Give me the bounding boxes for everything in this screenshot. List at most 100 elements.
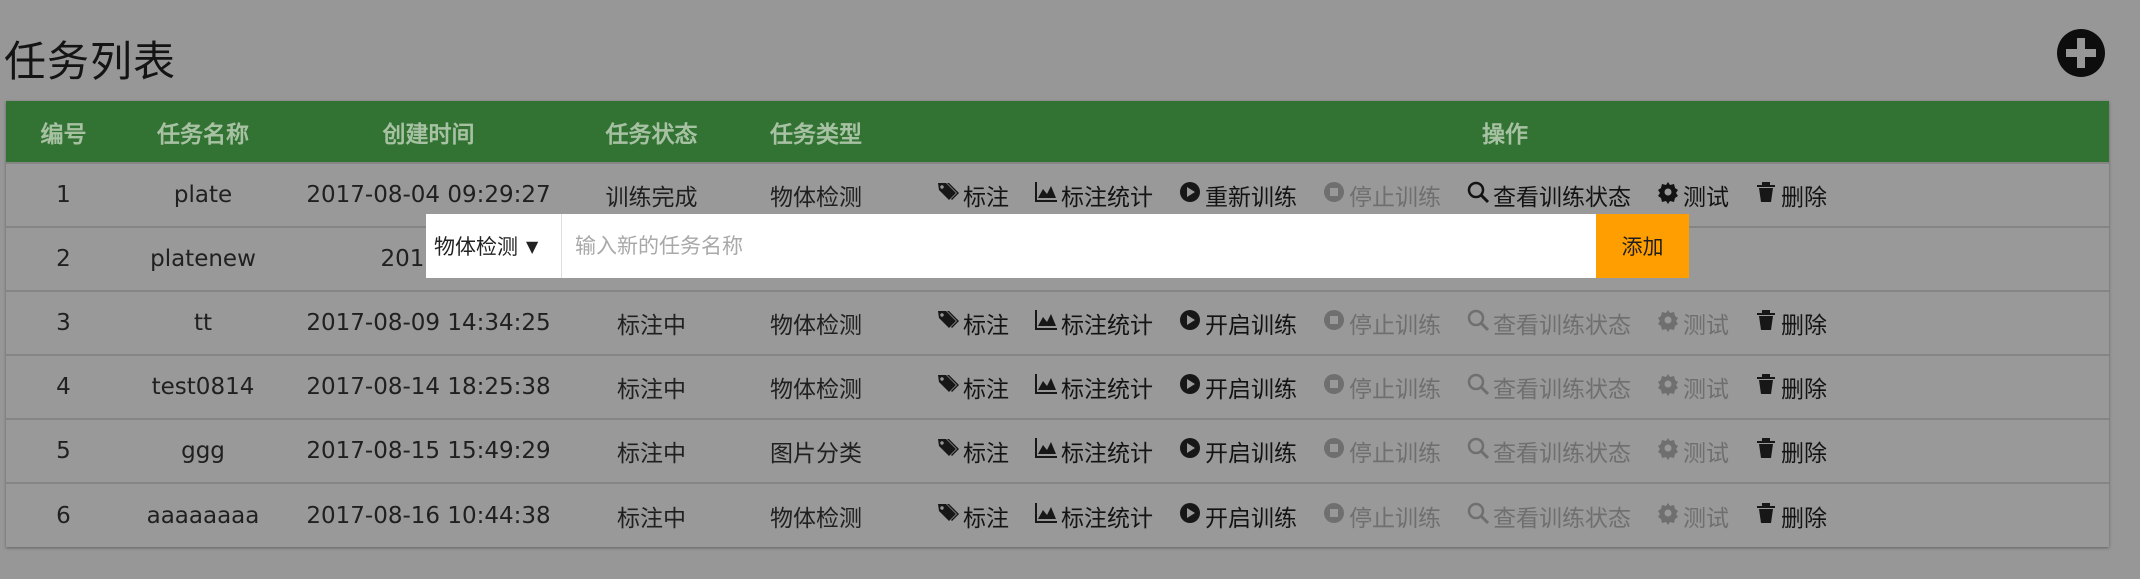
action-label: 查看训练状态	[1493, 185, 1631, 211]
action-test[interactable]: 测试	[1656, 370, 1729, 404]
action-delete[interactable]: 删除	[1754, 499, 1827, 533]
trash-icon	[1754, 372, 1781, 402]
action-test[interactable]: 测试	[1656, 306, 1729, 340]
cell-id: 2	[56, 246, 71, 272]
action-stop[interactable]: 停止训练	[1322, 306, 1441, 340]
action-label: 标注	[963, 185, 1009, 211]
action-label[interactable]: 标注	[936, 499, 1009, 533]
action-view[interactable]: 查看训练状态	[1466, 370, 1631, 404]
action-stop[interactable]: 停止训练	[1322, 434, 1441, 468]
cell-type: 图片分类	[770, 441, 862, 467]
action-label: 测试	[1683, 441, 1729, 467]
tag-icon	[936, 436, 963, 466]
action-stop[interactable]: 停止训练	[1322, 499, 1441, 533]
action-label[interactable]: 标注	[936, 178, 1009, 212]
action-delete[interactable]: 删除	[1754, 306, 1827, 340]
action-train[interactable]: 重新训练	[1178, 178, 1297, 212]
stop-circle-icon	[1322, 501, 1349, 531]
action-label: 标注	[963, 377, 1009, 403]
action-label: 开启训练	[1205, 505, 1297, 532]
action-label: 标注统计	[1061, 505, 1153, 532]
search-icon	[1466, 308, 1493, 338]
action-stats[interactable]: 标注统计	[1034, 306, 1153, 340]
action-label: 删除	[1781, 441, 1827, 467]
cell-created: 2017-08-14 18:25:38	[306, 374, 551, 400]
action-view[interactable]: 查看训练状态	[1466, 434, 1631, 468]
task-name-input[interactable]	[562, 214, 1596, 278]
search-icon	[1466, 372, 1493, 402]
cell-id: 4	[56, 374, 71, 400]
cell-status: 标注中	[617, 377, 686, 403]
action-stop[interactable]: 停止训练	[1322, 370, 1441, 404]
cell-status: 标注中	[617, 441, 686, 467]
action-label[interactable]: 标注	[936, 370, 1009, 404]
area-chart-icon	[1034, 180, 1061, 210]
action-label: 停止训练	[1349, 185, 1441, 211]
action-stats[interactable]: 标注统计	[1034, 178, 1153, 212]
action-label: 删除	[1781, 185, 1827, 211]
action-label: 标注统计	[1061, 313, 1153, 339]
action-label: 停止训练	[1349, 313, 1441, 339]
gear-icon	[1656, 372, 1683, 402]
page-title: 任务列表	[4, 37, 177, 86]
stop-circle-icon	[1322, 436, 1349, 466]
cell-name: tt	[193, 310, 213, 336]
search-icon	[1466, 436, 1493, 466]
cell-name: ggg	[181, 438, 225, 464]
col-header-status: 任务状态	[605, 121, 698, 148]
cell-id: 6	[56, 502, 71, 529]
tag-icon	[936, 501, 963, 531]
action-view[interactable]: 查看训练状态	[1466, 178, 1631, 212]
action-test[interactable]: 测试	[1656, 499, 1729, 533]
gear-icon	[1656, 180, 1683, 210]
cell-id: 5	[56, 438, 71, 464]
task-type-value: 物体检测	[434, 235, 518, 259]
add-task-button[interactable]: 添加	[1596, 214, 1689, 278]
cell-status: 标注中	[617, 313, 686, 339]
plus-circle-icon[interactable]	[2057, 29, 2105, 77]
play-circle-icon	[1178, 501, 1205, 531]
action-label: 删除	[1781, 505, 1827, 532]
action-label: 测试	[1683, 185, 1729, 211]
task-table: 编号 任务名称 创建时间 任务状态 任务类型 操作 1 plate 2017-08-…	[6, 101, 2109, 547]
action-test[interactable]: 测试	[1656, 434, 1729, 468]
action-label: 标注	[963, 441, 1009, 467]
caret-down-icon: ▼	[526, 236, 539, 256]
action-stats[interactable]: 标注统计	[1034, 499, 1153, 533]
action-stats[interactable]: 标注统计	[1034, 434, 1153, 468]
action-label[interactable]: 标注	[936, 434, 1009, 468]
action-label: 测试	[1683, 505, 1729, 532]
action-stop[interactable]: 停止训练	[1322, 178, 1441, 212]
action-train[interactable]: 开启训练	[1178, 370, 1297, 404]
action-train[interactable]: 开启训练	[1178, 434, 1297, 468]
area-chart-icon	[1034, 308, 1061, 338]
col-header-created: 创建时间	[382, 121, 475, 148]
action-train[interactable]: 开启训练	[1178, 306, 1297, 340]
action-stats[interactable]: 标注统计	[1034, 370, 1153, 404]
action-label[interactable]: 标注	[936, 306, 1009, 340]
action-label: 查看训练状态	[1493, 441, 1631, 467]
cell-name: plate	[173, 182, 233, 208]
action-label: 查看训练状态	[1493, 505, 1631, 532]
table-row: 3 tt 2017-08-09 14:34:25 标注中 物体检测 标注 标注统计 开启训练 停…	[6, 291, 2109, 355]
tag-icon	[936, 372, 963, 402]
table-row: 5 ggg 2017-08-15 15:49:29 标注中 图片分类 标注 标注统计 开启训练…	[6, 419, 2109, 483]
action-label: 测试	[1683, 377, 1729, 403]
action-train[interactable]: 开启训练	[1178, 499, 1297, 533]
tag-icon	[936, 180, 963, 210]
action-delete[interactable]: 删除	[1754, 370, 1827, 404]
action-delete[interactable]: 删除	[1754, 178, 1827, 212]
col-header-id: 编号	[40, 121, 87, 148]
cell-created: 2017-08-09 14:34:25	[306, 310, 551, 336]
table-row: 4 test0814 2017-08-14 18:25:38 标注中 物体检测 标注 标注统…	[6, 355, 2109, 419]
action-delete[interactable]: 删除	[1754, 434, 1827, 468]
play-circle-icon	[1178, 372, 1205, 402]
col-header-actions: 操作	[1482, 121, 1528, 148]
action-view[interactable]: 查看训练状态	[1466, 306, 1631, 340]
task-type-select[interactable]: 物体检测 ▼	[426, 214, 562, 278]
gear-icon	[1656, 501, 1683, 531]
cell-actions: 标注 标注统计 开启训练 停止训练 查看训练状态 测试 删除	[901, 483, 2109, 547]
cell-id: 3	[56, 310, 71, 336]
action-view[interactable]: 查看训练状态	[1466, 499, 1631, 533]
action-test[interactable]: 测试	[1656, 178, 1729, 212]
